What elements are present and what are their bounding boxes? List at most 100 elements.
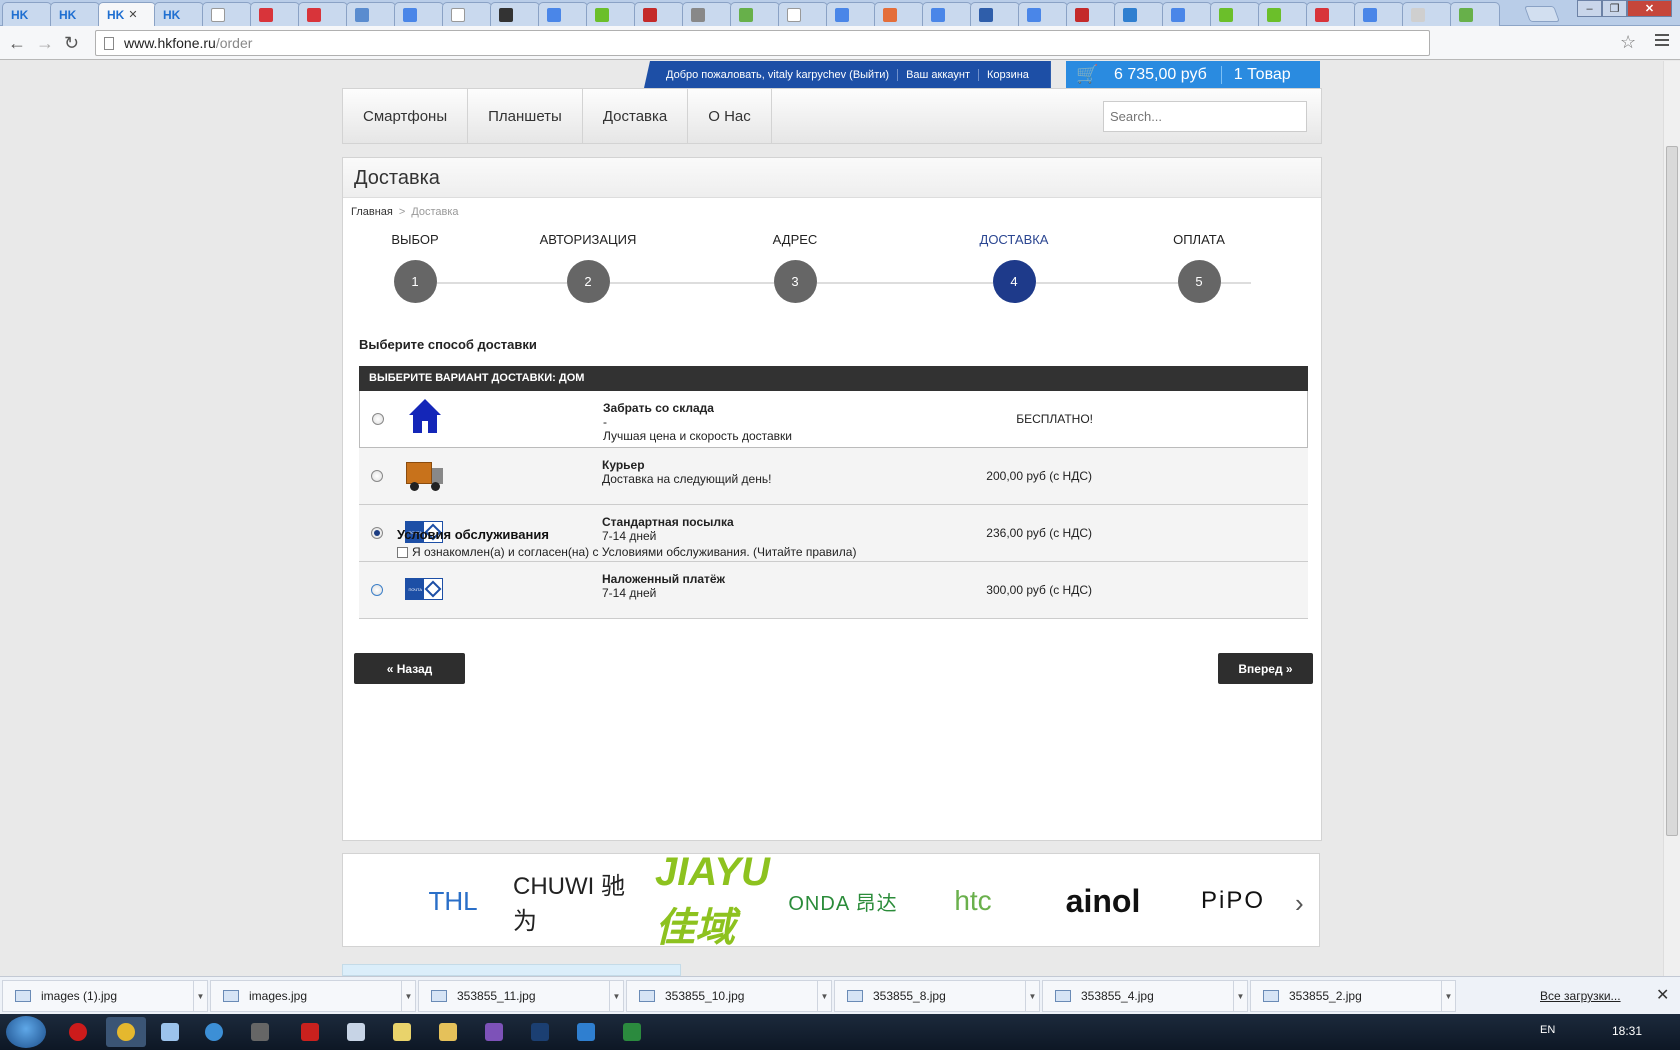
browser-tab[interactable] (730, 2, 780, 26)
opera-icon[interactable] (58, 1017, 98, 1047)
notes-icon[interactable] (382, 1017, 422, 1047)
delivery-option-cod[interactable]: ПОЧТА Наложенный платёж 7-14 дней 300,00… (359, 562, 1308, 619)
delivery-radio[interactable] (371, 584, 383, 596)
tos-agreement[interactable]: Я ознакомлен(а) и согласен(на) с Условия… (397, 545, 856, 559)
excel-icon[interactable] (612, 1017, 652, 1047)
browser-tab[interactable]: HK (2, 2, 52, 26)
browser-tab-active[interactable]: HK ✕ (98, 2, 156, 26)
cart-link[interactable]: Корзина (978, 68, 1037, 81)
welcome-link[interactable]: Добро пожаловать, vitaly karpychev (Выйт… (658, 69, 897, 81)
browser-tab[interactable] (202, 2, 252, 26)
download-item[interactable]: images.jpg ▼ (210, 980, 416, 1012)
address-bar[interactable]: www.hkfone.ru/order (95, 30, 1430, 56)
browser-tab[interactable] (1306, 2, 1356, 26)
next-button[interactable]: Вперед » (1218, 653, 1313, 684)
back-icon[interactable]: ← (8, 33, 26, 53)
browser-tab[interactable] (442, 2, 492, 26)
chevron-down-icon[interactable]: ▼ (817, 981, 831, 1011)
nav-item-about[interactable]: О Нас (688, 89, 772, 143)
chevron-down-icon[interactable]: ▼ (193, 981, 207, 1011)
browser-tab[interactable]: HK (154, 2, 204, 26)
close-window-icon[interactable]: ✕ (1627, 0, 1672, 17)
filezilla-icon[interactable] (290, 1017, 330, 1047)
delivery-radio-selected[interactable] (371, 527, 383, 539)
browser-tab[interactable]: HK (50, 2, 100, 26)
browser-tab[interactable] (922, 2, 972, 26)
itunes-icon[interactable] (194, 1017, 234, 1047)
browser-tab[interactable] (490, 2, 540, 26)
browser-tab[interactable] (394, 2, 444, 26)
account-link[interactable]: Ваш аккаунт (897, 68, 978, 81)
notepad-icon[interactable] (150, 1017, 190, 1047)
forward-icon[interactable]: → (36, 33, 54, 53)
document-icon[interactable] (336, 1017, 376, 1047)
brand-ainol-logo[interactable]: ainol (1043, 854, 1163, 948)
nav-item-smartphones[interactable]: Смартфоны (343, 89, 469, 143)
carousel-next-icon[interactable]: › (1295, 888, 1304, 919)
new-tab-button[interactable] (1524, 6, 1560, 22)
breadcrumb-home[interactable]: Главная (351, 206, 393, 218)
maximize-icon[interactable]: ❐ (1602, 0, 1627, 17)
chevron-down-icon[interactable]: ▼ (1233, 981, 1247, 1011)
show-all-downloads-link[interactable]: Все загрузки... (1540, 989, 1621, 1003)
language-indicator[interactable]: EN (1540, 1024, 1555, 1036)
browser-tab[interactable] (874, 2, 924, 26)
download-item[interactable]: images (1).jpg ▼ (2, 980, 208, 1012)
teamviewer-icon[interactable] (566, 1017, 606, 1047)
browser-tab[interactable] (1258, 2, 1308, 26)
chevron-down-icon[interactable]: ▼ (401, 981, 415, 1011)
delivery-option-courier[interactable]: Курьер Доставка на следующий день! 200,0… (359, 448, 1308, 505)
brand-jiayu-logo[interactable]: JIAYU 佳域 (655, 850, 773, 950)
browser-tab[interactable] (1210, 2, 1260, 26)
explorer-icon[interactable] (428, 1017, 468, 1047)
close-icon[interactable]: ✕ (1656, 985, 1669, 1005)
nav-item-delivery[interactable]: Доставка (583, 89, 689, 143)
download-item[interactable]: 353855_11.jpg ▼ (418, 980, 624, 1012)
vertical-scrollbar[interactable] (1663, 61, 1680, 976)
browser-tab[interactable] (1018, 2, 1068, 26)
browser-tab[interactable] (1354, 2, 1404, 26)
scrollbar-thumb[interactable] (1666, 146, 1678, 836)
browser-tab[interactable] (250, 2, 300, 26)
brand-thl-logo[interactable]: THL (413, 854, 493, 948)
chevron-down-icon[interactable]: ▼ (1441, 981, 1455, 1011)
app-icon[interactable] (240, 1017, 280, 1047)
delivery-radio[interactable] (371, 470, 383, 482)
tab-close-icon[interactable]: ✕ (128, 8, 137, 21)
browser-tab[interactable] (1066, 2, 1116, 26)
browser-tab[interactable] (970, 2, 1020, 26)
download-item[interactable]: 353855_2.jpg ▼ (1250, 980, 1456, 1012)
start-button[interactable] (6, 1016, 46, 1048)
clock[interactable]: 18:31 (1612, 1024, 1642, 1038)
brand-pipo-logo[interactable]: PiPO (1193, 854, 1273, 948)
browser-tab[interactable] (1114, 2, 1164, 26)
chrome-icon[interactable] (106, 1017, 146, 1047)
reload-icon[interactable]: ↻ (64, 33, 79, 53)
cart-summary[interactable]: 🛒 6 735,00 руб 1 Товар (1066, 61, 1320, 88)
download-item[interactable]: 353855_8.jpg ▼ (834, 980, 1040, 1012)
browser-tab[interactable] (634, 2, 684, 26)
back-button[interactable]: « Назад (354, 653, 465, 684)
visual-studio-icon[interactable] (474, 1017, 514, 1047)
brand-onda-logo[interactable]: ONDA 昂达 (783, 854, 903, 948)
browser-tab[interactable] (778, 2, 828, 26)
browser-tab[interactable] (682, 2, 732, 26)
brand-chuwi-logo[interactable]: CHUWI 驰为 (513, 854, 643, 948)
tos-checkbox[interactable] (397, 546, 408, 558)
browser-tab[interactable] (826, 2, 876, 26)
delivery-option-pickup[interactable]: Забрать со склада - Лучшая цена и скорос… (359, 391, 1308, 448)
browser-tab[interactable] (346, 2, 396, 26)
browser-tab[interactable] (538, 2, 588, 26)
download-item[interactable]: 353855_4.jpg ▼ (1042, 980, 1248, 1012)
chevron-down-icon[interactable]: ▼ (1025, 981, 1039, 1011)
brand-htc-logo[interactable]: htc (933, 854, 1013, 948)
minimize-icon[interactable]: – (1577, 0, 1602, 17)
browser-tab[interactable] (1402, 2, 1452, 26)
browser-tab[interactable] (586, 2, 636, 26)
search-input[interactable] (1103, 101, 1307, 132)
nav-item-tablets[interactable]: Планшеты (468, 89, 583, 143)
bookmark-star-icon[interactable]: ☆ (1620, 32, 1636, 53)
browser-tab[interactable] (298, 2, 348, 26)
chevron-down-icon[interactable]: ▼ (609, 981, 623, 1011)
browser-tab[interactable] (1450, 2, 1500, 26)
